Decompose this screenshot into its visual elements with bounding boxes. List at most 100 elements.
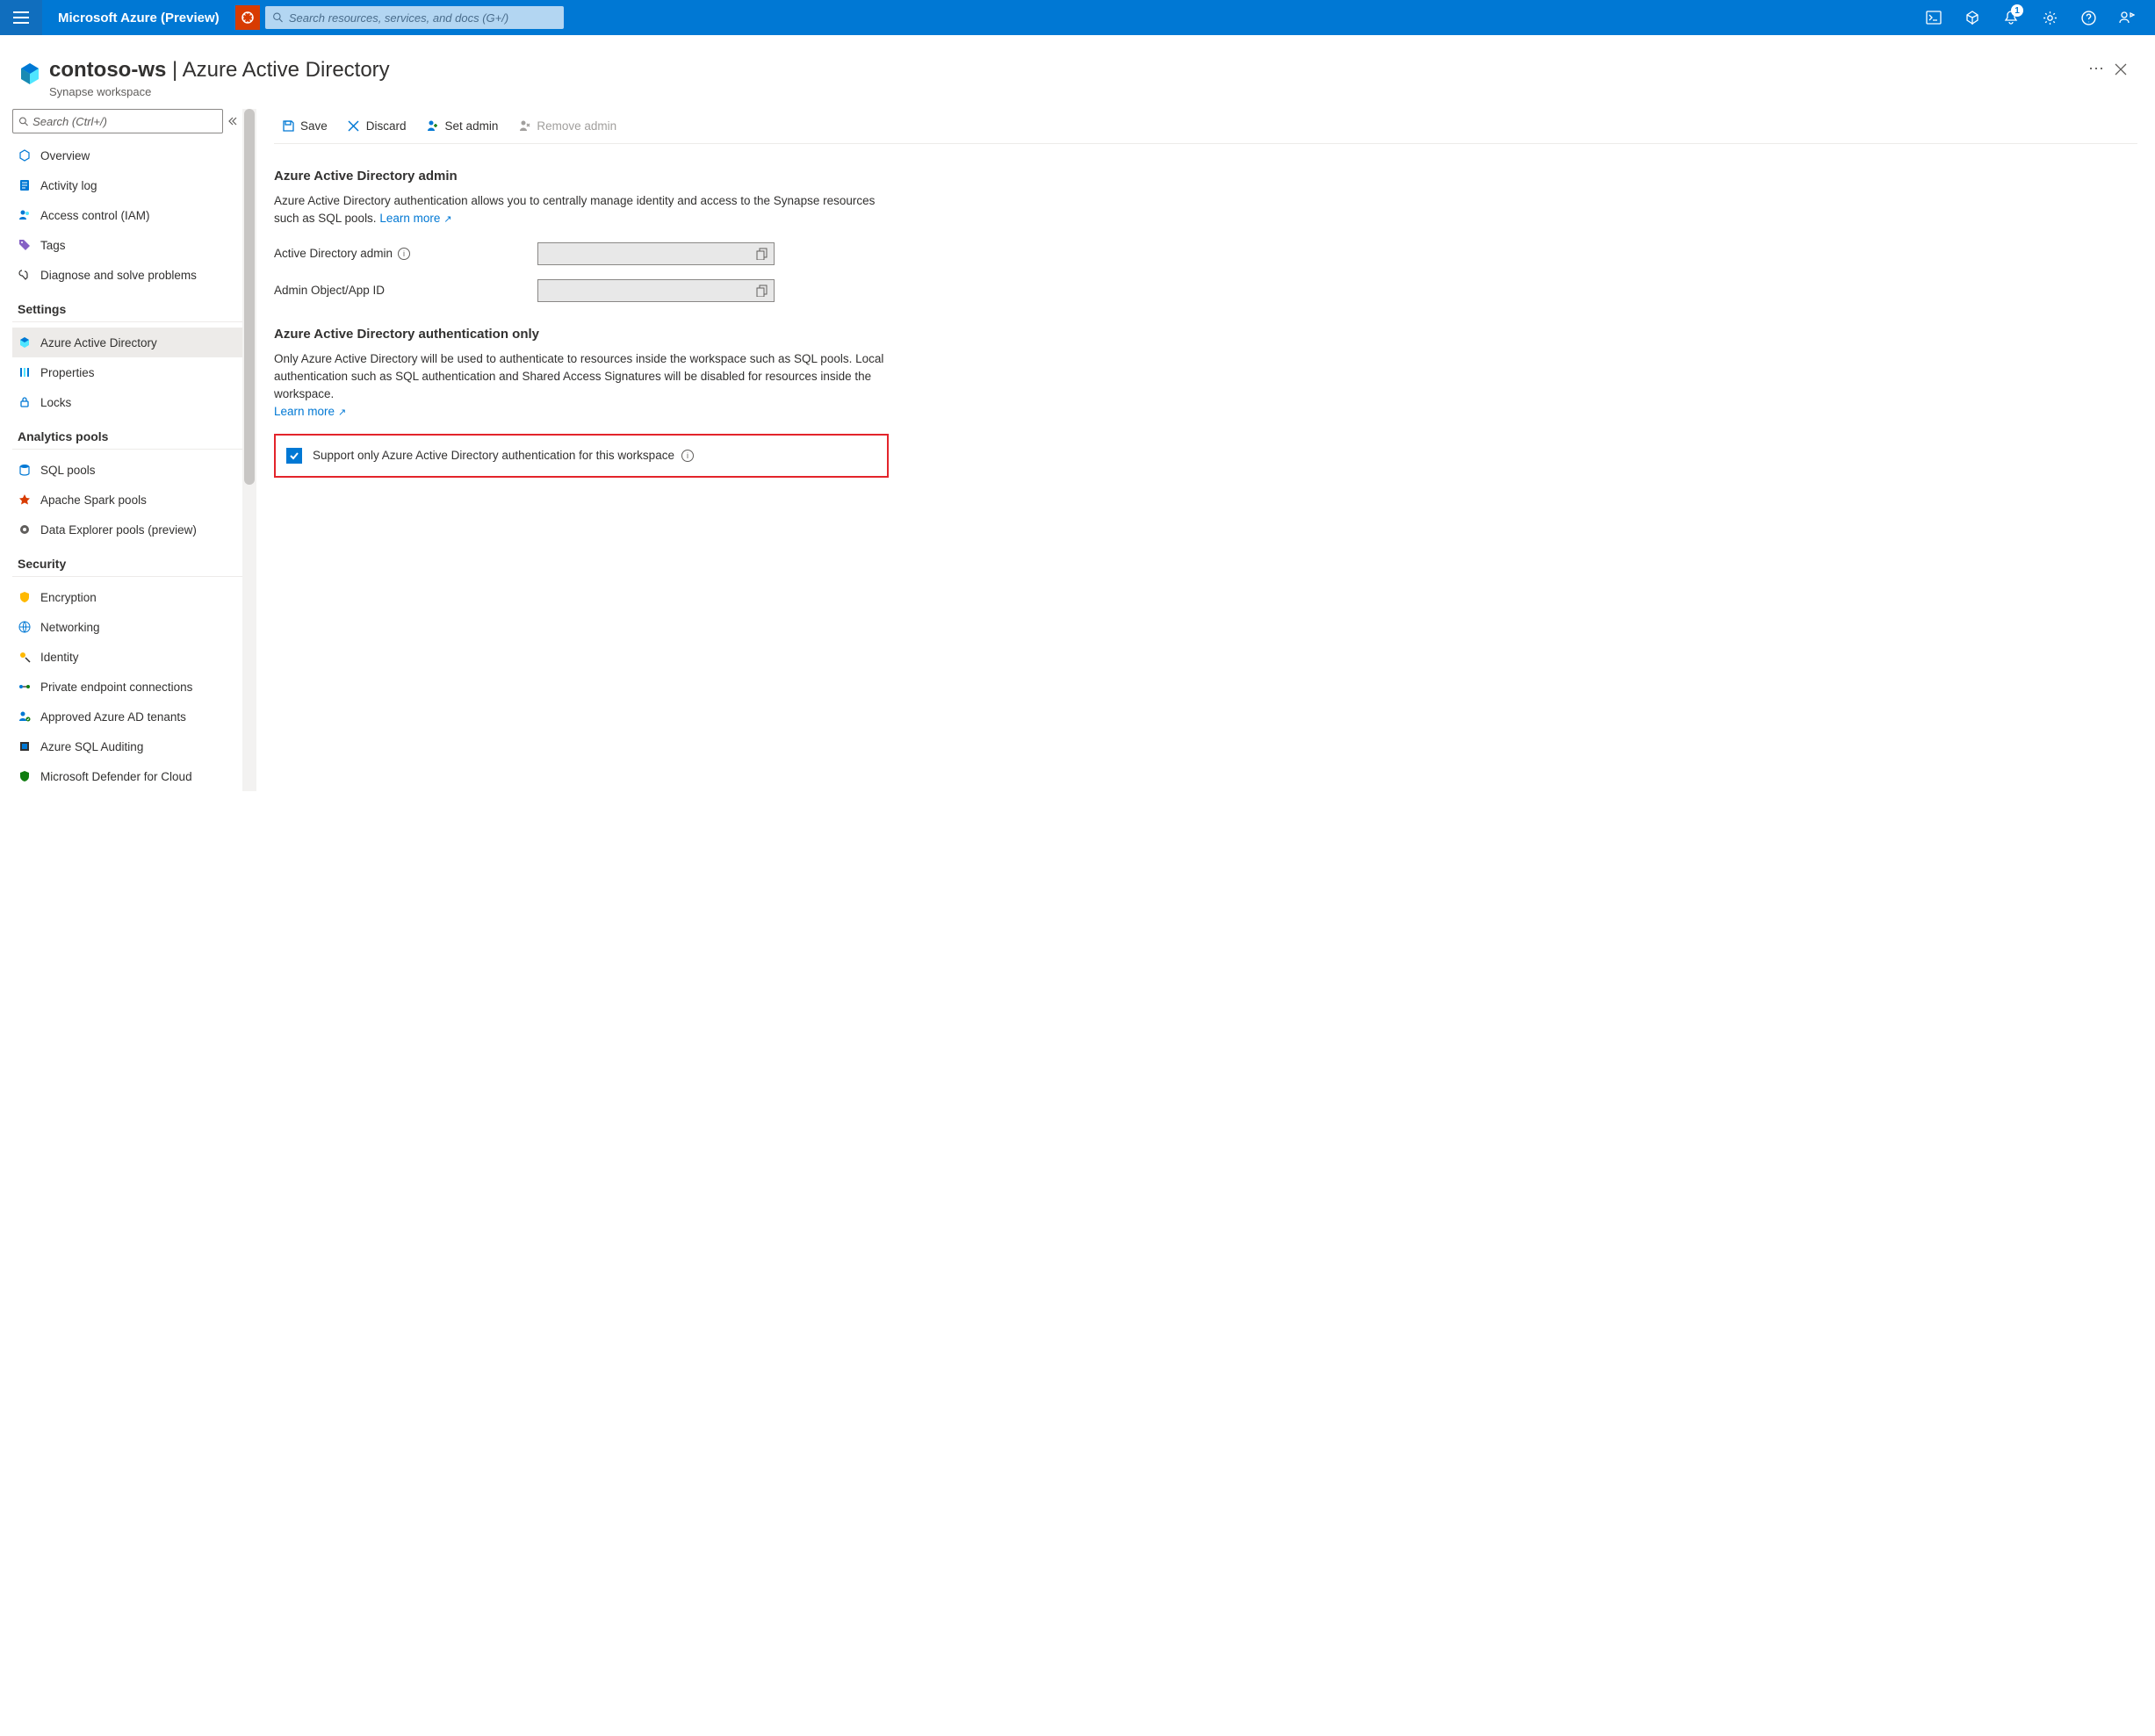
sidebar-item-overview[interactable]: Overview	[12, 140, 242, 170]
section-title: Azure Active Directory admin	[274, 169, 889, 184]
encryption-icon	[18, 590, 32, 604]
close-blade-button[interactable]	[2108, 56, 2134, 83]
section-description: Azure Active Directory authentication al…	[274, 192, 889, 228]
page-titles: contoso-ws | Azure Active Directory Syna…	[49, 56, 2078, 98]
help-icon[interactable]	[2071, 0, 2106, 35]
activity-log-icon	[18, 178, 32, 192]
synapse-workspace-icon	[18, 61, 42, 86]
copy-button[interactable]	[753, 245, 770, 263]
admin-object-id-field-row: Admin Object/App ID	[274, 279, 889, 302]
tags-icon	[18, 238, 32, 252]
nav-label: Azure SQL Auditing	[40, 740, 143, 753]
main-content: Save Discard Set admin Remove admin Azur…	[260, 109, 2155, 791]
external-link-icon: ↗	[443, 214, 451, 225]
ad-admin-field-row: Active Directory admin i	[274, 242, 889, 265]
nav-label: Encryption	[40, 591, 97, 604]
hamburger-menu-button[interactable]	[0, 0, 42, 35]
directories-icon[interactable]	[1955, 0, 1990, 35]
more-actions-button[interactable]: ⋯	[2085, 56, 2108, 82]
highlighted-checkbox-region: Support only Azure Active Directory auth…	[274, 434, 889, 478]
notification-badge: 1	[2011, 4, 2023, 17]
nav-label: Approved Azure AD tenants	[40, 710, 186, 724]
nav-label: Access control (IAM)	[40, 209, 150, 222]
preview-badge-icon[interactable]	[235, 5, 260, 30]
sidebar-item-networking[interactable]: Networking	[12, 612, 242, 642]
identity-icon	[18, 650, 32, 664]
data-explorer-icon	[18, 522, 32, 537]
sidebar-item-private-endpoint[interactable]: Private endpoint connections	[12, 672, 242, 702]
nav-label: Networking	[40, 621, 100, 634]
aad-auth-only-section: Azure Active Directory authentication on…	[274, 327, 889, 478]
ad-admin-input[interactable]	[537, 242, 775, 265]
set-admin-icon	[426, 119, 440, 133]
feedback-icon[interactable]	[2109, 0, 2144, 35]
networking-icon	[18, 620, 32, 634]
info-icon[interactable]: i	[398, 248, 410, 260]
nav-section-security: Security	[12, 544, 242, 577]
sidebar-search-input[interactable]	[32, 115, 217, 128]
sidebar-item-activity-log[interactable]: Activity log	[12, 170, 242, 200]
sidebar-item-properties[interactable]: Properties	[12, 357, 242, 387]
section-title: Azure Active Directory authentication on…	[274, 327, 889, 342]
page-title: contoso-ws | Azure Active Directory	[49, 56, 2078, 83]
resource-menu-sidebar: Overview Activity log Access control (IA…	[12, 109, 242, 791]
diagnose-icon	[18, 268, 32, 282]
nav-label: Overview	[40, 149, 90, 162]
aad-only-checkbox[interactable]	[286, 448, 302, 464]
sidebar-item-diagnose[interactable]: Diagnose and solve problems	[12, 260, 242, 290]
azure-ad-icon	[18, 335, 32, 349]
blade-header: contoso-ws | Azure Active Directory Syna…	[0, 35, 2155, 109]
discard-button[interactable]: Discard	[340, 116, 414, 137]
sidebar-item-access-control[interactable]: Access control (IAM)	[12, 200, 242, 230]
nav-label: Tags	[40, 239, 66, 252]
admin-object-id-input[interactable]	[537, 279, 775, 302]
nav-label: Activity log	[40, 179, 97, 192]
sidebar-item-sql-auditing[interactable]: Azure SQL Auditing	[12, 731, 242, 761]
scrollbar-thumb[interactable]	[244, 109, 255, 484]
locks-icon	[18, 395, 32, 409]
global-search-input[interactable]	[289, 11, 557, 25]
sidebar-item-sql-pools[interactable]: SQL pools	[12, 455, 242, 485]
sidebar-item-locks[interactable]: Locks	[12, 387, 242, 417]
sql-auditing-icon	[18, 739, 32, 753]
aad-admin-section: Azure Active Directory admin Azure Activ…	[274, 169, 889, 302]
global-search-box[interactable]	[265, 6, 564, 29]
top-navigation-bar: Microsoft Azure (Preview) 1	[0, 0, 2155, 35]
learn-more-link[interactable]: Learn more↗	[379, 212, 451, 225]
set-admin-button[interactable]: Set admin	[419, 116, 506, 137]
nav-label: SQL pools	[40, 464, 96, 477]
approved-tenants-icon	[18, 710, 32, 724]
sidebar-item-spark-pools[interactable]: Apache Spark pools	[12, 485, 242, 515]
remove-admin-button: Remove admin	[510, 116, 623, 137]
nav-label: Microsoft Defender for Cloud	[40, 770, 192, 783]
cloud-shell-icon[interactable]	[1916, 0, 1951, 35]
sidebar-item-data-explorer[interactable]: Data Explorer pools (preview)	[12, 515, 242, 544]
collapse-sidebar-button[interactable]	[223, 117, 242, 126]
nav-label: Apache Spark pools	[40, 493, 147, 507]
toolbar-label: Discard	[366, 119, 407, 133]
copy-button[interactable]	[753, 282, 770, 299]
nav-label: Identity	[40, 651, 79, 664]
sidebar-item-approved-tenants[interactable]: Approved Azure AD tenants	[12, 702, 242, 731]
sidebar-item-tags[interactable]: Tags	[12, 230, 242, 260]
spark-icon	[18, 493, 32, 507]
brand-label[interactable]: Microsoft Azure (Preview)	[42, 11, 235, 25]
learn-more-link[interactable]: Learn more↗	[274, 405, 346, 418]
save-button[interactable]: Save	[274, 116, 335, 137]
sidebar-item-encryption[interactable]: Encryption	[12, 582, 242, 612]
settings-gear-icon[interactable]	[2032, 0, 2067, 35]
top-icon-bar: 1	[1916, 0, 2155, 35]
info-icon[interactable]: i	[681, 450, 694, 462]
sidebar-item-defender[interactable]: Microsoft Defender for Cloud	[12, 761, 242, 791]
section-description: Only Azure Active Directory will be used…	[274, 350, 889, 421]
sidebar-item-azure-ad[interactable]: Azure Active Directory	[12, 328, 242, 357]
nav-label: Properties	[40, 366, 95, 379]
sidebar-scrollbar[interactable]	[242, 109, 256, 791]
sql-pools-icon	[18, 463, 32, 477]
notifications-icon[interactable]: 1	[1993, 0, 2029, 35]
nav-label: Data Explorer pools (preview)	[40, 523, 197, 537]
field-label: Active Directory admin i	[274, 247, 537, 260]
sidebar-search[interactable]	[12, 109, 223, 133]
sidebar-item-identity[interactable]: Identity	[12, 642, 242, 672]
nav-section-settings: Settings	[12, 290, 242, 322]
